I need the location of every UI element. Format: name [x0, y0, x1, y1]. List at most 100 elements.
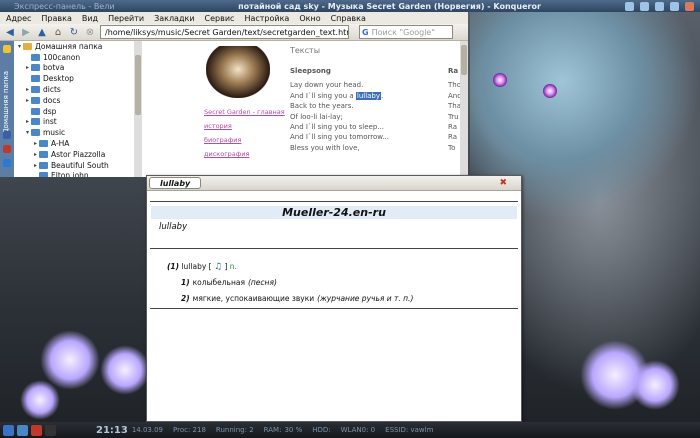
kde-menu-icon[interactable]	[3, 424, 14, 436]
menu-item[interactable]: Правка	[41, 14, 71, 23]
url-text: /home/liksys/music/Secret Garden/text/se…	[105, 27, 349, 37]
location-bar[interactable]: /home/liksys/music/Secret Garden/text/se…	[100, 25, 349, 39]
tree-scrollbar[interactable]	[134, 41, 142, 177]
expand-icon[interactable]: ▸	[24, 118, 31, 125]
tree-item-label: inst	[43, 117, 57, 127]
page-scrollbar[interactable]	[460, 41, 468, 177]
expand-icon[interactable]: ▾	[24, 129, 31, 136]
folder-icon	[39, 150, 48, 158]
page-link[interactable]: история	[204, 119, 285, 133]
tree-item-label: Astor Piazzolla	[51, 149, 106, 159]
menu-item[interactable]: Справка	[331, 14, 366, 23]
folder-tree: ▾ Домашняя папка 100canon ▸ botva Desktop ▸ dic…	[14, 41, 145, 177]
lyric-line: Lay down your head.	[290, 80, 389, 90]
folder-icon	[39, 172, 48, 177]
tree-item[interactable]: ▸ Beautiful South	[14, 160, 144, 171]
terminal-icon[interactable]	[45, 424, 56, 436]
sidebar-tab-home[interactable]: Домашняя папка	[2, 71, 10, 134]
divider	[150, 308, 518, 309]
tree-item[interactable]: ▾ Домашняя папка	[14, 41, 144, 52]
translation-line: And	[448, 91, 460, 100]
selected-word[interactable]: lullaby	[355, 91, 382, 100]
page-link[interactable]: Secret Garden - главная	[204, 105, 285, 119]
menu-item[interactable]: Вид	[82, 14, 98, 23]
stop-icon[interactable]: ⊗	[84, 26, 96, 38]
up-icon[interactable]: ▲	[36, 26, 48, 38]
expand-icon[interactable]: ▾	[16, 43, 23, 50]
entry-headword-line: (1) lullaby [ ♫ ] n.	[167, 259, 413, 275]
menu-item[interactable]: Закладки	[154, 14, 194, 23]
inactive-window-title[interactable]: Экспресс-панель - Вели	[0, 2, 154, 11]
page-links: Secret Garden - главная история биография д…	[204, 105, 285, 161]
expand-icon[interactable]: ▸	[32, 140, 39, 147]
menu-item[interactable]: Сервис	[205, 14, 235, 23]
tree-item[interactable]: ▸ dicts	[14, 84, 144, 95]
forward-icon[interactable]: ▶	[20, 26, 32, 38]
tree-item-label: docs	[43, 95, 61, 105]
folder-icon	[31, 53, 40, 61]
song-title: Sleepsong	[290, 67, 331, 75]
sense-number: 1)	[181, 278, 190, 287]
tree-item[interactable]: ▸ Astor Piazzolla	[14, 149, 144, 160]
popup-tab[interactable]: lullaby	[149, 177, 202, 189]
web-icon[interactable]	[3, 145, 11, 153]
menu-item[interactable]: Настройка	[244, 14, 289, 23]
back-icon[interactable]: ◀	[4, 26, 16, 38]
tree-item[interactable]: dsp	[14, 106, 144, 117]
close-icon[interactable]: ✖	[499, 178, 507, 188]
page-link[interactable]: биография	[204, 133, 285, 147]
lyric-text: Back to the years.	[290, 102, 354, 111]
wallpaper-eye	[493, 73, 507, 87]
scroll-thumb[interactable]	[135, 55, 141, 115]
tree-item[interactable]: 100canon	[14, 52, 144, 63]
folder-icon	[23, 42, 32, 50]
translation-line: To	[448, 143, 456, 152]
page-link[interactable]: дискография	[204, 147, 285, 161]
konqueror-window: Адрес Правка Вид Перейти Закладки Сервис Настр…	[0, 12, 468, 177]
expand-icon[interactable]: ▸	[32, 162, 39, 169]
menu-item[interactable]: Окно	[299, 14, 320, 23]
tree-item[interactable]: Desktop	[14, 73, 144, 84]
tray-icon[interactable]	[640, 1, 649, 11]
clock: 21:13	[96, 424, 128, 436]
lyric-line: Bless you with love,	[290, 143, 389, 153]
scroll-thumb[interactable]	[461, 45, 467, 75]
tree-item[interactable]: ▸ docs	[14, 95, 144, 106]
expand-icon[interactable]: ▸	[24, 86, 31, 93]
home-icon[interactable]: ⌂	[52, 26, 64, 38]
menu-item[interactable]: Перейти	[108, 14, 144, 23]
wallpaper-flower	[40, 330, 100, 390]
tray-icon[interactable]	[625, 1, 634, 11]
devices-icon[interactable]	[3, 159, 11, 167]
tree-item[interactable]: ▸ inst	[14, 117, 144, 128]
sound-icon[interactable]: ♫	[214, 262, 222, 272]
kde-icon[interactable]	[3, 131, 11, 139]
browser-icon[interactable]	[31, 424, 42, 436]
tree-item[interactable]: ▾ music	[14, 127, 144, 138]
reload-icon[interactable]: ↻	[68, 26, 80, 38]
search-input[interactable]: G Поиск "Google"	[359, 25, 453, 39]
sense-text: мягкие, успокаивающие звуки	[192, 294, 315, 303]
headword: lullaby	[181, 262, 207, 271]
lyric-text: And I`ll sing you to sleep...	[290, 123, 384, 132]
tree-item[interactable]: ▸ botva	[14, 63, 144, 74]
expand-icon[interactable]: ▸	[32, 151, 39, 158]
sense-number: 2)	[181, 294, 190, 303]
tree-item-label: dicts	[43, 85, 61, 95]
close-icon[interactable]	[685, 1, 694, 11]
folder-icon	[39, 140, 48, 148]
wallpaper-flower	[20, 380, 60, 420]
tree-item-label: Desktop	[43, 74, 74, 84]
expand-icon[interactable]: ▸	[24, 64, 31, 71]
minimize-icon[interactable]	[655, 1, 664, 11]
title-bar[interactable]: Экспресс-панель - Вели потайной сад sky …	[0, 0, 700, 12]
bookmark-star-icon[interactable]	[3, 45, 11, 53]
tree-item[interactable]: ▸ A-HA	[14, 138, 144, 149]
expand-icon[interactable]: ▸	[24, 97, 31, 104]
tree-item[interactable]: Elton john	[14, 171, 144, 177]
col2-title: Ra	[448, 67, 459, 75]
lyric-line: Back to the years.	[290, 101, 389, 111]
menu-item[interactable]: Адрес	[6, 14, 31, 23]
files-icon[interactable]	[17, 424, 28, 436]
maximize-icon[interactable]	[670, 1, 679, 11]
